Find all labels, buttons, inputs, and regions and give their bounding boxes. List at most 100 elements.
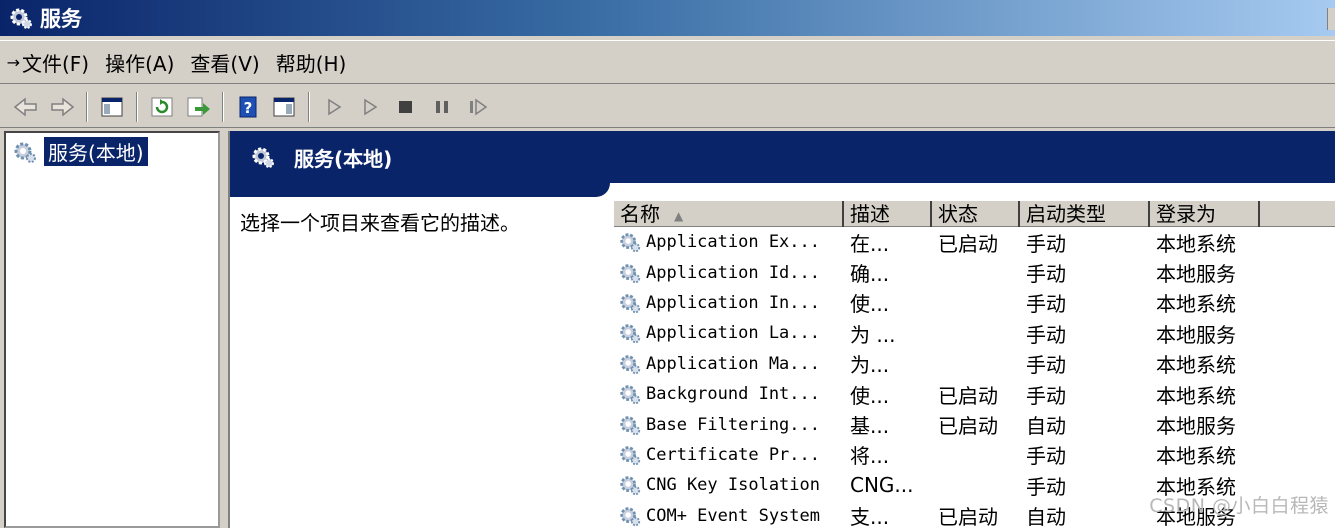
service-startup-cell: 手动 <box>1026 231 1066 256</box>
properties-button[interactable] <box>266 90 302 124</box>
services-list: 名称 ▲ 描述 状态 启动类型 登录为 Application Ex... 在...… <box>614 201 1335 528</box>
service-name-cell: Application Ma... <box>614 352 844 376</box>
table-row[interactable]: Application In... 使... 手动 本地系统 <box>614 288 1335 318</box>
service-name: Base Filtering... <box>646 414 820 435</box>
service-logon-cell: 本地系统 <box>1156 444 1236 469</box>
service-gear-icon <box>620 385 641 405</box>
panel-title: 服务(本地) <box>294 146 393 171</box>
service-gear-icon <box>620 294 641 314</box>
column-header-logon-as[interactable]: 登录为 <box>1150 201 1260 227</box>
service-name: Application Ma... <box>646 353 820 374</box>
console-tree: 服务(本地) <box>4 131 220 528</box>
table-row[interactable]: Base Filtering... 基... 已启动 自动 本地服务 <box>614 409 1335 439</box>
sort-ascending-icon: ▲ <box>674 208 684 223</box>
list-body: Application Ex... 在... 已启动 手动 本地系统 Applicatio… <box>614 227 1335 528</box>
service-startup-cell: 手动 <box>1026 444 1066 469</box>
back-button[interactable] <box>8 90 44 124</box>
back-icon <box>13 96 37 117</box>
service-name-cell: Application In... <box>614 291 844 315</box>
service-name-cell: Application Id... <box>614 261 844 285</box>
menu-file[interactable]: 文件(F) <box>20 48 103 77</box>
header-decoration <box>230 183 1335 197</box>
service-name-cell: CNG Key Isolation <box>614 473 844 497</box>
service-status-cell: 已启动 <box>938 414 998 439</box>
service-startup-cell: 手动 <box>1026 353 1066 378</box>
service-gear-icon <box>620 324 641 344</box>
services-panel: 服务(本地) 选择一个项目来查看它的描述。 名称 ▲ 描述 状态 启动类型 登录为… <box>228 131 1335 528</box>
service-status-cell: 已启动 <box>938 505 998 528</box>
table-row[interactable]: Background Int... 使... 已启动 手动 本地系统 <box>614 379 1335 409</box>
column-header-status[interactable]: 状态 <box>932 201 1020 227</box>
service-gear-icon <box>620 446 641 466</box>
menu-bar: → 文件(F) 操作(A) 查看(V) 帮助(H) <box>0 40 1335 84</box>
service-name-cell: Application La... <box>614 321 844 345</box>
stop-icon <box>399 100 412 113</box>
start-alt-icon <box>364 98 378 115</box>
service-gear-icon <box>620 476 641 496</box>
service-logon-cell: 本地系统 <box>1156 353 1236 378</box>
gear-icon <box>14 142 36 163</box>
service-name: Application La... <box>646 323 820 344</box>
forward-button[interactable] <box>44 90 80 124</box>
service-startup-cell: 手动 <box>1026 262 1066 287</box>
service-name: Application In... <box>646 292 820 313</box>
service-description-cell: 为... <box>850 353 890 378</box>
service-description-cell: 基... <box>850 414 890 439</box>
service-startup-cell: 自动 <box>1026 505 1066 528</box>
service-name-cell: Base Filtering... <box>614 413 844 437</box>
service-gear-icon <box>620 415 641 435</box>
table-row[interactable]: Certificate Pr... 将... 手动 本地系统 <box>614 440 1335 470</box>
column-header-startup-type[interactable]: 启动类型 <box>1020 201 1150 227</box>
table-row[interactable]: Application Ex... 在... 已启动 手动 本地系统 <box>614 227 1335 257</box>
arrow-cursor-icon: → <box>6 52 20 72</box>
console-tree-icon <box>101 97 123 116</box>
help-icon: ? <box>239 96 257 117</box>
help-button[interactable]: ? <box>230 90 266 124</box>
watermark: CSDN @小白白程猿 <box>1149 495 1329 517</box>
service-name-cell: Certificate Pr... <box>614 443 844 467</box>
service-description-cell: 使... <box>850 292 890 317</box>
toolbar-separator <box>86 91 88 122</box>
forward-icon <box>51 96 75 117</box>
stop-service-button[interactable] <box>388 90 424 124</box>
service-description-cell: CNG... <box>850 473 914 498</box>
properties-icon <box>273 97 295 116</box>
service-logon-cell: 本地系统 <box>1156 292 1236 317</box>
column-header-description[interactable]: 描述 <box>844 201 932 227</box>
service-name-cell: Application Ex... <box>614 230 844 254</box>
menu-view[interactable]: 查看(V) <box>188 48 273 77</box>
toolbar-separator <box>308 91 310 122</box>
service-description-cell: 为 ... <box>850 322 896 347</box>
refresh-button[interactable] <box>144 90 180 124</box>
window-title: 服务 <box>40 7 82 31</box>
tree-item-services-local[interactable]: 服务(本地) <box>12 137 218 166</box>
column-header-name[interactable]: 名称 ▲ <box>614 201 844 227</box>
gear-icon <box>10 8 32 29</box>
toolbar-separator <box>222 91 224 122</box>
export-button[interactable] <box>180 90 216 124</box>
tree-item-label: 服务(本地) <box>44 137 148 166</box>
table-row[interactable]: Application Id... 确... 手动 本地服务 <box>614 257 1335 287</box>
window-controls-edge[interactable] <box>1327 8 1335 30</box>
gear-icon <box>252 147 274 168</box>
service-gear-icon <box>620 263 641 283</box>
service-name: Certificate Pr... <box>646 444 820 465</box>
pause-service-button[interactable] <box>424 90 460 124</box>
service-logon-cell: 本地服务 <box>1156 322 1236 347</box>
console-tree-button[interactable] <box>94 90 130 124</box>
refresh-icon <box>151 97 173 116</box>
start-service-button[interactable] <box>316 90 352 124</box>
resume-service-button[interactable] <box>460 90 496 124</box>
service-name: CNG Key Isolation <box>646 475 820 496</box>
start-service-alt-button[interactable] <box>352 90 388 124</box>
table-row[interactable]: Application Ma... 为... 手动 本地系统 <box>614 349 1335 379</box>
panel-header: 服务(本地) <box>230 131 1335 183</box>
service-name-cell: Background Int... <box>614 382 844 406</box>
table-row[interactable]: Application La... 为 ... 手动 本地服务 <box>614 318 1335 348</box>
service-status-cell: 已启动 <box>938 231 998 256</box>
menu-action[interactable]: 操作(A) <box>103 48 188 77</box>
service-startup-cell: 手动 <box>1026 322 1066 347</box>
service-name: COM+ Event System <box>646 505 820 526</box>
menu-help[interactable]: 帮助(H) <box>274 48 361 77</box>
pause-icon <box>436 100 448 113</box>
